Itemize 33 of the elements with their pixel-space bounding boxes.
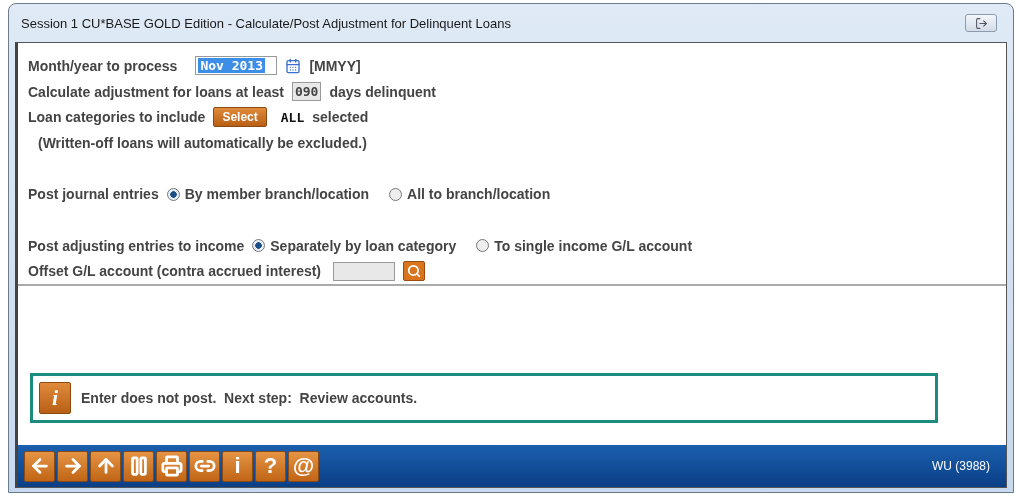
field-label: Calculate adjustment for loans at least xyxy=(28,83,284,100)
account-field[interactable] xyxy=(333,261,396,281)
toolbar-button[interactable] xyxy=(57,450,88,482)
window-title: Session 1 CU*BASE GOLD Edition - Calculate/Post Adjustment for Delinquent Loans xyxy=(21,15,511,31)
status-text: WU (3988) xyxy=(932,459,990,473)
toolbar-button[interactable] xyxy=(189,450,220,482)
search-icon xyxy=(407,264,422,279)
field-label: Loan categories to include xyxy=(28,109,206,126)
field-label: Post journal entries xyxy=(28,186,159,203)
toolbar-button[interactable] xyxy=(24,450,55,482)
field-suffix: days delinquent xyxy=(329,83,437,100)
field-label: Offset G/L account (contra accrued interest) xyxy=(28,263,322,280)
toolbar-button[interactable] xyxy=(90,450,121,482)
exit-button[interactable] xyxy=(965,14,997,32)
message-text: Enter does not post. Next step: Review accounts. xyxy=(81,390,418,406)
info-icon: i xyxy=(39,382,71,414)
radio-option[interactable]: Separately by loan category xyxy=(252,237,457,254)
radio-option[interactable]: By member branch/location xyxy=(166,186,370,203)
field-suffix: selected xyxy=(312,109,369,126)
format-hint: [MMYY] xyxy=(309,57,361,74)
printer-icon xyxy=(160,455,183,477)
radio-option[interactable]: To single income G/L account xyxy=(476,237,693,254)
category-value: ALL xyxy=(280,109,305,125)
search-button[interactable] xyxy=(403,261,426,282)
radio-option[interactable]: All to branch/location xyxy=(389,186,551,203)
calendar-icon[interactable] xyxy=(285,57,302,74)
field-label: Post adjusting entries to income xyxy=(28,237,245,254)
exit-icon xyxy=(974,16,988,30)
field-label: Month/year to process xyxy=(28,57,178,74)
toolbar-button[interactable] xyxy=(156,450,187,482)
note-text: (Written-off loans will automatically be excluded.) xyxy=(38,134,367,151)
toolbar-button[interactable] xyxy=(123,450,154,482)
days-field[interactable]: 090 xyxy=(291,82,322,101)
